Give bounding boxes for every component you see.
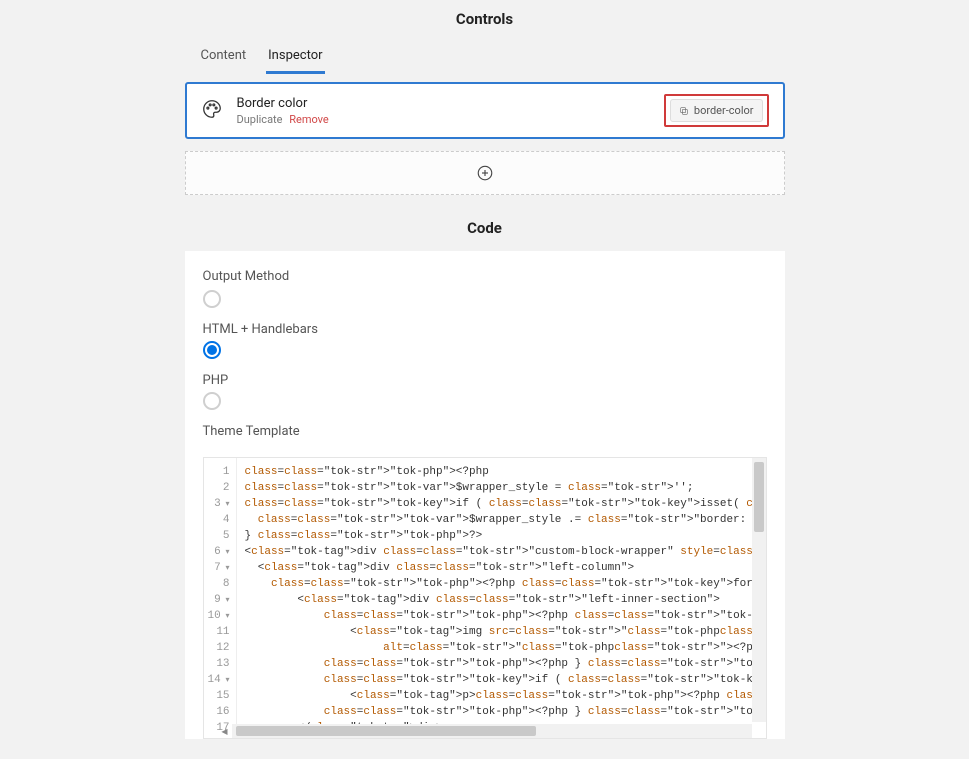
control-tag-highlight: border-color xyxy=(664,94,769,127)
controls-tabs: Content Inspector xyxy=(185,42,785,82)
plus-circle-icon xyxy=(476,164,494,182)
radio-theme-template[interactable] xyxy=(203,392,221,410)
code-panel: Output Method HTML + Handlebars PHP Them… xyxy=(185,251,785,739)
code-heading: Code xyxy=(0,195,969,251)
radio-label-html: HTML + Handlebars xyxy=(203,322,767,337)
radio-php[interactable] xyxy=(203,341,221,359)
add-control-button[interactable] xyxy=(185,151,785,195)
palette-icon xyxy=(201,98,223,124)
tab-inspector[interactable]: Inspector xyxy=(266,42,324,74)
radio-html-handlebars[interactable] xyxy=(203,290,221,308)
radio-label-theme: Theme Template xyxy=(203,424,767,439)
tab-content[interactable]: Content xyxy=(199,42,249,74)
attribute-slug: border-color xyxy=(694,104,754,117)
editor-body[interactable]: class=class="tok-str">"tok-php"><?phpcla… xyxy=(237,458,766,738)
control-title: Border color xyxy=(237,96,329,111)
duplicate-link[interactable]: Duplicate xyxy=(237,113,283,126)
control-card-border-color[interactable]: Border color Duplicate Remove border-col… xyxy=(185,82,785,139)
output-method-label: Output Method xyxy=(203,269,767,284)
editor-gutter: 123456789101112131415161718192021 xyxy=(204,458,237,738)
remove-link[interactable]: Remove xyxy=(289,113,329,126)
copy-icon xyxy=(679,106,689,116)
controls-heading: Controls xyxy=(0,0,969,42)
code-editor[interactable]: 123456789101112131415161718192021 class=… xyxy=(203,457,767,739)
radio-label-php: PHP xyxy=(203,373,767,388)
copy-attribute-button[interactable]: border-color xyxy=(670,99,763,122)
vertical-scrollbar[interactable] xyxy=(752,458,766,722)
horizontal-scrollbar[interactable] xyxy=(232,724,752,738)
